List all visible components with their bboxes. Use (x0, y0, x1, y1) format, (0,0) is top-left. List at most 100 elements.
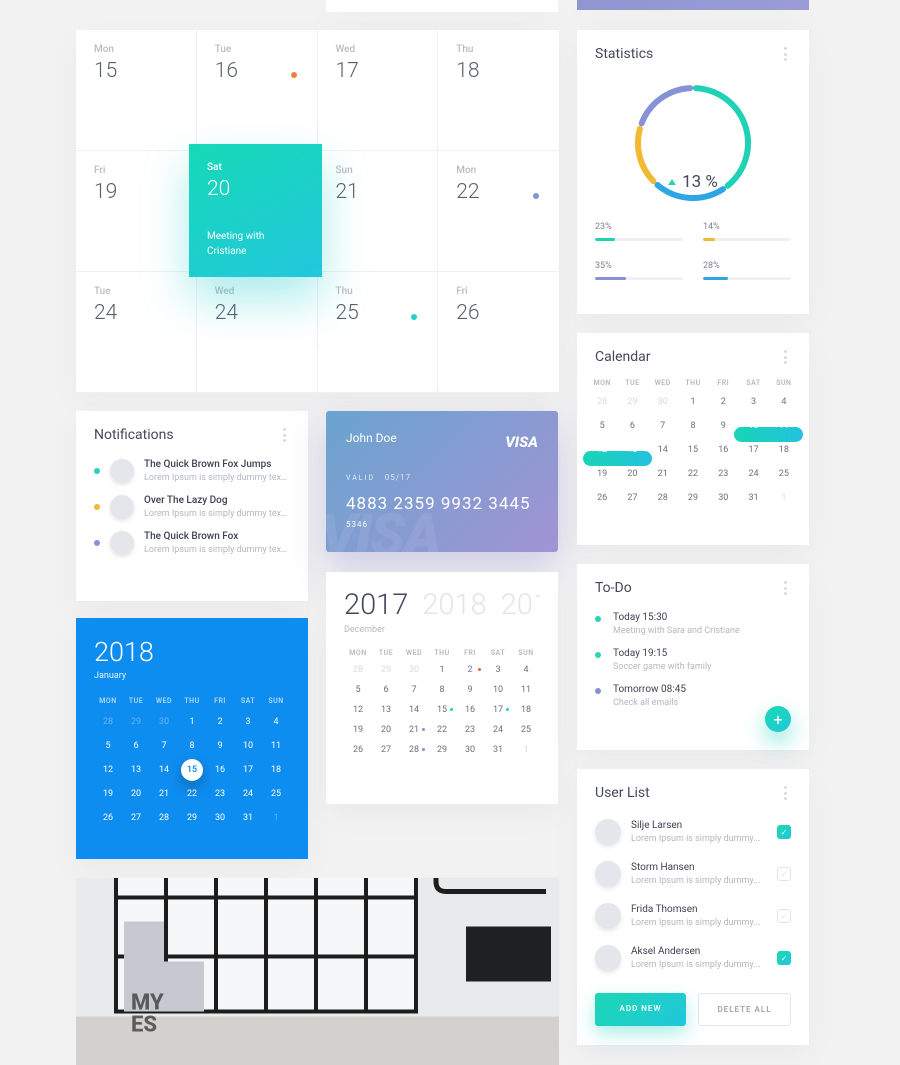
day-cell[interactable]: 1 (678, 395, 708, 410)
day-cell[interactable]: 28 (400, 745, 428, 755)
add-new-button[interactable]: ADD NEW (595, 993, 686, 1026)
day-cell[interactable]: 9 (456, 685, 484, 695)
day-cell[interactable]: 7 (648, 419, 678, 434)
todo-item[interactable]: Today 19:15Soccer game with family (577, 642, 809, 678)
day-cell[interactable]: 2 (456, 665, 484, 675)
day-cell[interactable]: 11 (262, 739, 290, 753)
day-cell[interactable]: 1 (178, 715, 206, 729)
day-cell[interactable]: 28 (587, 395, 617, 410)
day-cell[interactable]: 30 (150, 715, 178, 729)
day-cell[interactable]: 25 (512, 725, 540, 735)
big-cal-cell[interactable]: Thu18 (438, 30, 559, 151)
day-cell[interactable]: 28 (94, 715, 122, 729)
day-cell[interactable]: 24 (484, 725, 512, 735)
day-cell[interactable]: 7 (400, 685, 428, 695)
day-cell[interactable]: 25 (262, 787, 290, 801)
day-cell[interactable]: 30 (708, 491, 738, 506)
day-cell[interactable]: 27 (617, 491, 647, 506)
day-cell[interactable]: 29 (617, 395, 647, 410)
day-cell[interactable]: 16 (206, 763, 234, 777)
day-cell[interactable]: 30 (456, 745, 484, 755)
day-cell[interactable]: 10 (738, 419, 768, 434)
year-tab[interactable]: 201 (501, 588, 540, 622)
day-cell[interactable]: 1 (512, 745, 540, 755)
day-cell[interactable]: 3 (234, 715, 262, 729)
big-cal-cell[interactable]: Mon22 (438, 151, 559, 272)
day-cell[interactable]: 23 (708, 467, 738, 482)
day-cell[interactable]: 5 (344, 685, 372, 695)
day-cell[interactable]: 4 (262, 715, 290, 729)
more-icon[interactable] (779, 350, 791, 364)
day-cell[interactable]: 15 (178, 763, 206, 777)
day-cell[interactable]: 18 (769, 443, 799, 458)
day-cell[interactable]: 23 (206, 787, 234, 801)
day-cell[interactable]: 18 (262, 763, 290, 777)
credit-card[interactable]: VISA John Doe VISA VALID 05/17 4883 2359… (326, 411, 558, 552)
check-toggle[interactable]: ✓ (777, 909, 791, 923)
day-cell[interactable]: 17 (484, 705, 512, 715)
day-cell[interactable]: 8 (678, 419, 708, 434)
day-cell[interactable]: 5 (94, 739, 122, 753)
day-cell[interactable]: 10 (484, 685, 512, 695)
big-cal-cell[interactable]: Wed17 (318, 30, 439, 151)
day-cell[interactable]: 14 (150, 763, 178, 777)
day-cell[interactable]: 2 (708, 395, 738, 410)
big-cal-cell[interactable]: Mon15 (76, 30, 197, 151)
day-cell[interactable]: 24 (738, 467, 768, 482)
big-cal-cell[interactable]: Thu25 (318, 272, 439, 393)
year-tab[interactable]: 2018 (422, 588, 486, 622)
user-item[interactable]: Aksel AndersenLorem Ipsum is simply dumm… (577, 937, 809, 979)
day-cell[interactable]: 19 (94, 787, 122, 801)
day-cell[interactable]: 21 (150, 787, 178, 801)
day-cell[interactable]: 8 (428, 685, 456, 695)
day-cell[interactable]: 11 (512, 685, 540, 695)
day-cell[interactable]: 31 (234, 811, 262, 825)
notification-item[interactable]: The Quick Brown Fox JumpsLorem Ipsum is … (76, 453, 308, 489)
day-cell[interactable]: 30 (648, 395, 678, 410)
day-cell[interactable]: 16 (708, 443, 738, 458)
add-todo-fab[interactable]: + (765, 706, 791, 732)
day-cell[interactable]: 12 (94, 763, 122, 777)
day-cell[interactable]: 29 (372, 665, 400, 675)
day-cell[interactable]: 28 (648, 491, 678, 506)
day-cell[interactable]: 22 (178, 787, 206, 801)
day-cell[interactable]: 26 (344, 745, 372, 755)
day-cell[interactable]: 7 (150, 739, 178, 753)
day-cell[interactable]: 23 (456, 725, 484, 735)
day-cell[interactable]: 12 (587, 443, 617, 458)
day-cell[interactable]: 19 (587, 467, 617, 482)
big-cal-cell[interactable]: Tue24 (76, 272, 197, 393)
check-toggle[interactable]: ✓ (777, 951, 791, 965)
year-tab[interactable]: 2017 (344, 588, 408, 622)
day-cell[interactable]: 20 (617, 467, 647, 482)
day-cell[interactable]: 27 (372, 745, 400, 755)
day-cell[interactable]: 3 (484, 665, 512, 675)
day-cell[interactable]: 15 (428, 705, 456, 715)
day-cell[interactable]: 9 (708, 419, 738, 434)
day-cell[interactable]: 4 (769, 395, 799, 410)
day-cell[interactable]: 20 (122, 787, 150, 801)
day-cell[interactable]: 6 (372, 685, 400, 695)
day-cell[interactable]: 12 (344, 705, 372, 715)
day-cell[interactable]: 8 (178, 739, 206, 753)
day-cell[interactable]: 13 (617, 443, 647, 458)
day-cell[interactable]: 15 (678, 443, 708, 458)
day-cell[interactable]: 14 (648, 443, 678, 458)
day-cell[interactable]: 29 (178, 811, 206, 825)
day-cell[interactable]: 31 (738, 491, 768, 506)
day-cell[interactable]: 1 (769, 491, 799, 506)
user-item[interactable]: Silje LarsenLorem Ipsum is simply dummy.… (577, 811, 809, 853)
day-cell[interactable]: 2 (206, 715, 234, 729)
day-cell[interactable]: 17 (234, 763, 262, 777)
day-cell[interactable]: 25 (769, 467, 799, 482)
day-cell[interactable]: 28 (344, 665, 372, 675)
day-cell[interactable]: 14 (400, 705, 428, 715)
big-calendar-highlight-card[interactable]: Sat 20 Meeting with Cristiane (189, 144, 322, 277)
big-cal-cell[interactable]: Fri26 (438, 272, 559, 393)
day-cell[interactable]: 24 (234, 787, 262, 801)
day-cell[interactable]: 17 (738, 443, 768, 458)
day-cell[interactable]: 10 (234, 739, 262, 753)
day-cell[interactable]: 6 (617, 419, 647, 434)
day-cell[interactable]: 21 (400, 725, 428, 735)
big-cal-cell[interactable]: Sun21 (318, 151, 439, 272)
